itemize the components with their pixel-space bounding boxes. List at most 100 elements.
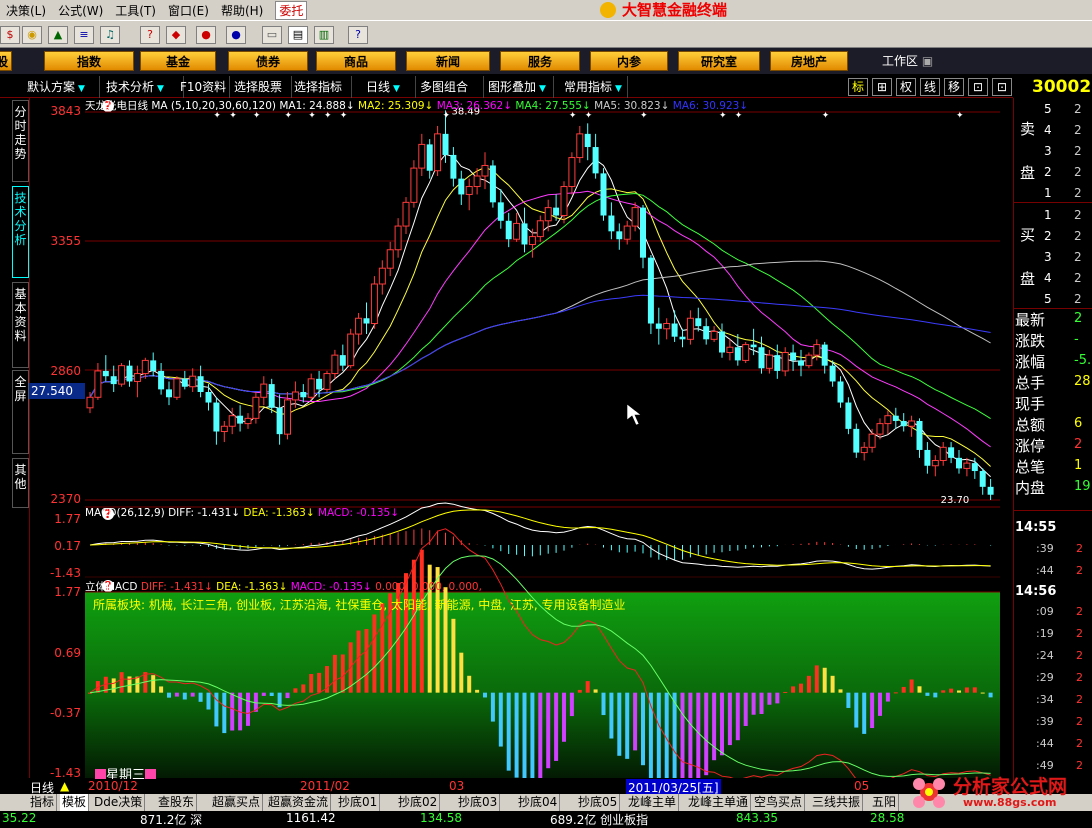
cat-bond[interactable]: 债券 [228, 51, 308, 71]
macd3d-bar [451, 618, 456, 693]
btab-bottom05[interactable]: 抄底05 [576, 794, 621, 811]
chart-icon[interactable]: ▲ [48, 26, 68, 44]
tick-seconds: :24 [1036, 649, 1054, 662]
btab-fiveyang[interactable]: 五阳 [870, 794, 900, 811]
btab-bottom02[interactable]: 抄底02 [396, 794, 441, 811]
btab-bottom03[interactable]: 抄底03 [456, 794, 501, 811]
buy-level: 2 [1044, 229, 1052, 243]
tab-daily[interactable]: 日线 ▼ [366, 76, 416, 98]
macd3d-axis-mid1: 0.69 [54, 646, 81, 660]
btab-dragon2[interactable]: 龙峰主单通 [686, 794, 752, 811]
workarea-button[interactable]: 工作区 ▣ [882, 52, 933, 69]
btab-bottom01[interactable]: 抄底01 [336, 794, 381, 811]
vtab-other[interactable]: 其他 [12, 458, 29, 508]
field-value: 1 [1074, 458, 1083, 473]
candle-body [450, 154, 457, 179]
macd3d-bar [704, 692, 709, 776]
move-button[interactable]: 移 [944, 78, 964, 96]
tab-select-stock[interactable]: 选择股票 [234, 76, 292, 98]
cat-insider[interactable]: 内参 [590, 51, 668, 71]
entrust-button[interactable]: 委托 [275, 0, 308, 20]
cat-index[interactable]: 指数 [44, 51, 134, 71]
macd3d-bar [783, 691, 788, 693]
candle-body [679, 336, 686, 340]
low-annotation: 23.70 [941, 495, 970, 506]
dollar-icon[interactable]: $ [0, 26, 20, 44]
diamond-icon[interactable]: ◆ [166, 26, 186, 44]
cat-research[interactable]: 研究室 [678, 51, 760, 71]
tab-default-scheme[interactable]: 默认方案 ▼ [27, 76, 100, 98]
restore-icon[interactable]: ⊡ [968, 78, 988, 96]
tab-overlay[interactable]: 图形叠加 ▼ [488, 76, 554, 98]
menu-tools[interactable]: 工具(T) [109, 2, 162, 19]
candle-body [166, 389, 172, 398]
btab-dragon1[interactable]: 龙峰主单 [626, 794, 680, 811]
btab-resonance[interactable]: 三线共振 [810, 794, 864, 811]
tab-multi-chart[interactable]: 多图组合 [420, 76, 484, 98]
menu-help[interactable]: 帮助(H) [215, 2, 269, 19]
menu-formula[interactable]: 公式(W) [52, 2, 109, 19]
candle-body [237, 415, 244, 424]
layout-icon[interactable]: ▤ [288, 26, 308, 44]
candle-body [94, 370, 102, 398]
tab-technical[interactable]: 技术分析 ▼ [106, 76, 184, 98]
btab-buy-point[interactable]: 超赢买点 [210, 794, 264, 811]
macd3d-bar [530, 692, 535, 778]
tick-seconds: :09 [1036, 605, 1054, 618]
tab-common-indicator[interactable]: 常用指标 ▼ [564, 76, 628, 98]
cat-service[interactable]: 服务 [500, 51, 580, 71]
menu-decision[interactable]: 决策(L) [0, 2, 52, 19]
question-icon[interactable]: ? [140, 26, 160, 44]
btab-dde[interactable]: Dde决策 [92, 794, 146, 811]
sell-level: 1 [1044, 186, 1052, 200]
candle-body [853, 428, 860, 453]
sell-value: 2 [1074, 102, 1082, 116]
cat-commodity[interactable]: 商品 [316, 51, 396, 71]
tab-select-indicator[interactable]: 选择指标 [294, 76, 352, 98]
books-icon[interactable]: ▥ [314, 26, 334, 44]
macd3d-bar [419, 549, 424, 693]
chip-icon[interactable]: ◉ [22, 26, 42, 44]
vtab-technical[interactable]: 技术分析 [12, 186, 29, 278]
candle-body [798, 360, 804, 366]
next-icon[interactable]: ⊡ [992, 78, 1012, 96]
menu-window[interactable]: 窗口(E) [162, 2, 215, 19]
macd3d-bar [775, 692, 780, 704]
circle-red-icon[interactable]: ● [196, 26, 216, 44]
cat-stock[interactable]: 股 [0, 51, 12, 71]
rights-button[interactable]: 权 [896, 78, 916, 96]
macd3d-bar [380, 603, 385, 693]
sell-value: 2 [1074, 144, 1082, 158]
candle-body [931, 459, 939, 467]
mark-button[interactable]: 标 [848, 78, 868, 96]
cat-news[interactable]: 新闻 [406, 51, 490, 71]
candle-body [963, 462, 971, 469]
candle-body [386, 249, 394, 269]
help-arrow-icon[interactable]: ? [348, 26, 368, 44]
btab-bottom04[interactable]: 抄底04 [516, 794, 561, 811]
btab-template[interactable]: 模板 [60, 794, 90, 811]
alarm-icon[interactable]: ♫ [100, 26, 120, 44]
window-icon[interactable]: ▭ [262, 26, 282, 44]
tab-f10[interactable]: F10资料 [180, 76, 230, 98]
cat-fund[interactable]: 基金 [140, 51, 216, 71]
btab-shareholder[interactable]: 查股东 [156, 794, 198, 811]
sell-value: 2 [1074, 123, 1082, 137]
cat-realestate[interactable]: 房地产 [770, 51, 848, 71]
macd3d-bar [727, 692, 732, 746]
chart-canvas[interactable]: ✦ ✦ ✦ ✦ ✦ ✦ ✦ ✦ ✦ ✦ ✦ ✦ ✦ ✦ ✦ 38.49 23.70 [85, 98, 1013, 778]
grid-button[interactable]: ⊞ [872, 78, 892, 96]
circle-blue-icon[interactable]: ● [226, 26, 246, 44]
vtab-fullscreen[interactable]: 全屏 [12, 370, 29, 454]
line-button[interactable]: 线 [920, 78, 940, 96]
btab-fund-flow[interactable]: 超赢资金流 [266, 794, 332, 811]
vtab-intraday[interactable]: 分时走势 [12, 100, 29, 182]
vtab-fundamental[interactable]: 基本资料 [12, 282, 29, 368]
btab-indicator[interactable]: 指标 [28, 794, 58, 811]
list-icon[interactable]: ≡ [74, 26, 94, 44]
btab-birdpoint[interactable]: 空鸟买点 [752, 794, 806, 811]
macd3d-bar [198, 692, 203, 702]
candle-body [244, 417, 252, 425]
macd3d-bar [522, 692, 527, 778]
workarea-dropdown-icon: ▣ [921, 54, 934, 68]
